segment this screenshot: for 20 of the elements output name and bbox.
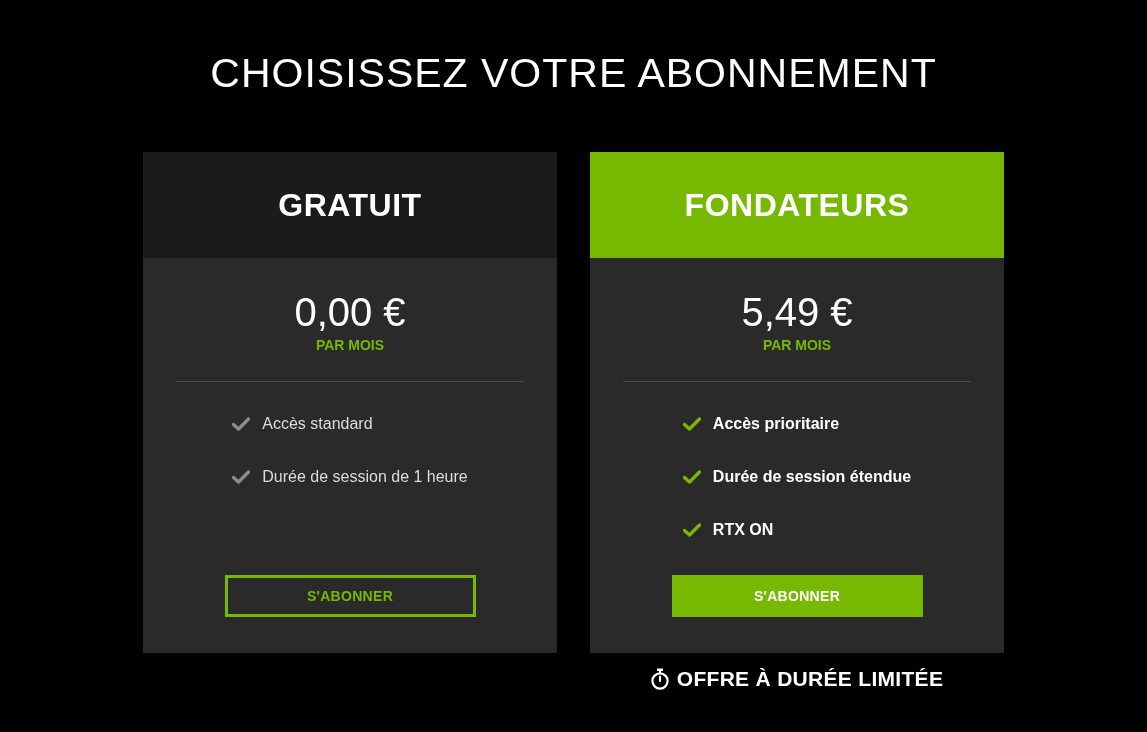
- stopwatch-icon: [650, 668, 669, 690]
- plan-price: 5,49 €: [741, 290, 853, 334]
- plan-header: GRATUIT: [143, 152, 557, 258]
- offer-note: OFFRE À DURÉE LIMITÉE: [676, 667, 944, 691]
- page-title: CHOISISSEZ VOTRE ABONNEMENT: [210, 49, 937, 98]
- feature-text: Accès standard: [262, 414, 373, 434]
- feature-text: RTX ON: [712, 520, 774, 540]
- feature-text: Accès prioritaire: [712, 414, 840, 434]
- plan-price: 0,00 €: [294, 290, 406, 334]
- plan-header: FONDATEURS: [590, 152, 1004, 258]
- check-icon: [682, 470, 701, 484]
- price-period: PAR MOIS: [315, 336, 385, 354]
- check-icon: [682, 523, 701, 537]
- subscribe-button[interactable]: S'ABONNER: [224, 575, 476, 617]
- price-period: PAR MOIS: [762, 336, 832, 354]
- check-icon: [232, 470, 251, 484]
- check-icon: [232, 417, 251, 431]
- feature-text: Durée de session étendue: [712, 467, 912, 487]
- check-icon: [682, 417, 701, 431]
- feature-text: Durée de session de 1 heure: [262, 467, 468, 487]
